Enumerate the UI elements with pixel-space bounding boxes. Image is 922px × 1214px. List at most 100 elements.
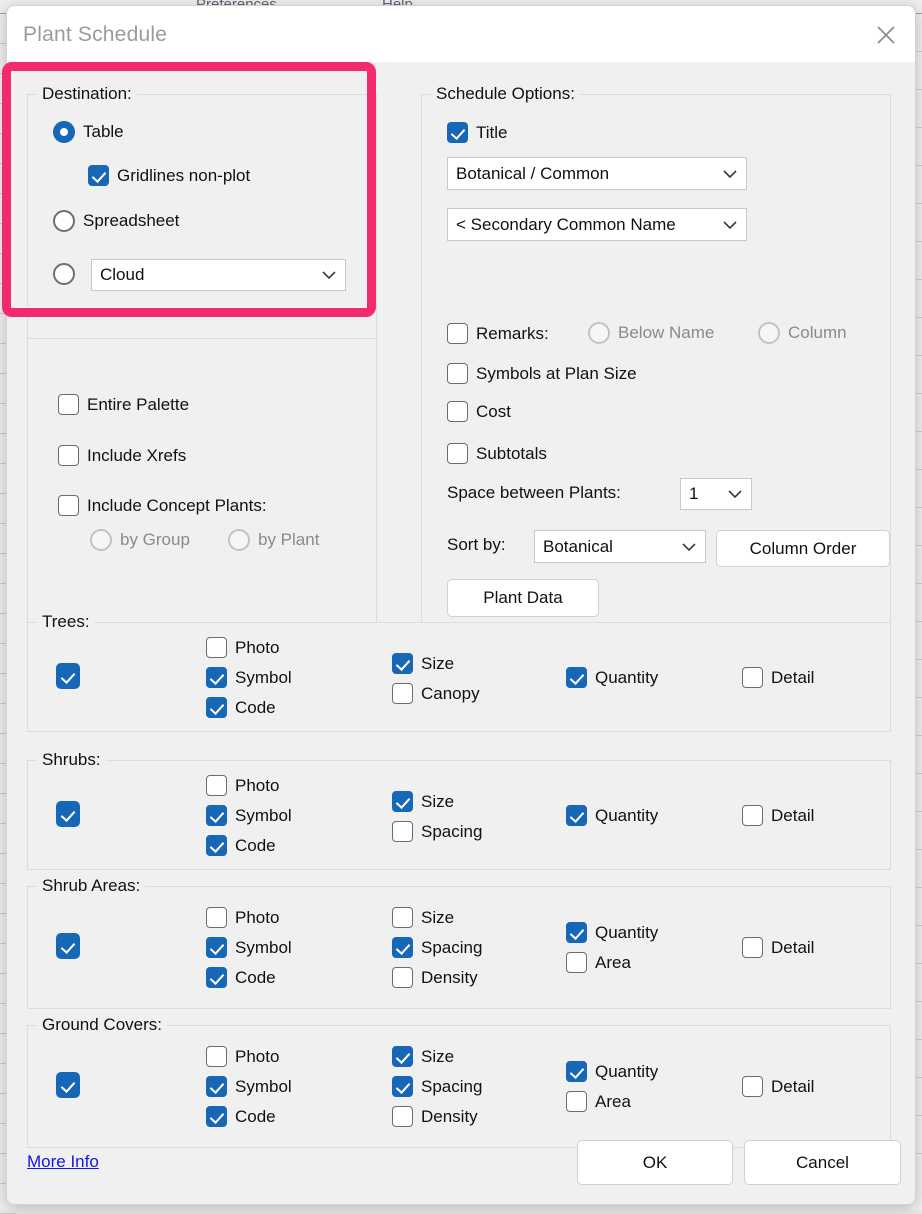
checkbox-shrubs-symbol[interactable]: Symbol — [206, 805, 292, 826]
checkbox-shrub-areas-detail-label: Detail — [771, 938, 814, 958]
checkbox-shrub-areas-spacing-label: Spacing — [421, 938, 482, 958]
checkbox-ground-covers-spacing-label: Spacing — [421, 1077, 482, 1097]
checkbox-ground-covers-area-indicator — [566, 1091, 587, 1112]
checkbox-shrubs-quantity[interactable]: Quantity — [566, 805, 658, 826]
checkbox-trees-symbol[interactable]: Symbol — [206, 667, 292, 688]
checkbox-ground-covers-spacing-indicator — [392, 1076, 413, 1097]
checkbox-shrub-areas-size[interactable]: Size — [392, 907, 454, 928]
checkbox-trees-photo-label: Photo — [235, 638, 279, 658]
checkbox-ground-covers-code-label: Code — [235, 1107, 276, 1127]
chevron-down-icon — [722, 217, 738, 233]
radio-table[interactable]: Table — [53, 121, 124, 143]
radio-remarks-column-label: Column — [788, 323, 847, 343]
checkbox-ground-covers-quantity[interactable]: Quantity — [566, 1061, 658, 1082]
checkbox-shrub-areas-area[interactable]: Area — [566, 952, 631, 973]
name-format-value: Botanical / Common — [456, 164, 609, 184]
radio-cloud[interactable] — [53, 263, 75, 285]
checkbox-shrub-areas-photo[interactable]: Photo — [206, 907, 279, 928]
checkbox-shrub-areas-quantity[interactable]: Quantity — [566, 922, 658, 943]
checkbox-shrubs-code[interactable]: Code — [206, 835, 276, 856]
checkbox-trees-code[interactable]: Code — [206, 697, 276, 718]
radio-remarks-column[interactable]: Column — [758, 322, 847, 344]
checkbox-cost-indicator — [447, 401, 468, 422]
trees-group: Trees: Photo Symbol Code Size — [27, 622, 891, 732]
checkbox-ground-covers-enable[interactable] — [56, 1072, 80, 1098]
radio-remarks-below-name-indicator — [588, 322, 610, 344]
secondary-name-select[interactable]: < Secondary Common Name — [447, 208, 747, 241]
radio-remarks-below-name-label: Below Name — [618, 323, 714, 343]
shrubs-legend: Shrubs: — [37, 750, 106, 770]
checkbox-trees-size[interactable]: Size — [392, 653, 454, 674]
checkbox-include-concept-plants[interactable]: Include Concept Plants: — [58, 495, 267, 516]
checkbox-shrubs-detail[interactable]: Detail — [742, 805, 814, 826]
checkbox-shrub-areas-density[interactable]: Density — [392, 967, 478, 988]
checkbox-shrubs-photo[interactable]: Photo — [206, 775, 279, 796]
checkbox-shrubs-size-indicator — [392, 791, 413, 812]
radio-by-plant[interactable]: by Plant — [228, 529, 319, 551]
checkbox-shrub-areas-enable[interactable] — [56, 933, 80, 959]
checkbox-cost[interactable]: Cost — [447, 401, 511, 422]
checkbox-ground-covers-density[interactable]: Density — [392, 1106, 478, 1127]
ok-button[interactable]: OK — [577, 1140, 733, 1185]
close-icon[interactable] — [869, 18, 903, 52]
checkbox-ground-covers-symbol[interactable]: Symbol — [206, 1076, 292, 1097]
checkbox-shrub-areas-detail[interactable]: Detail — [742, 937, 814, 958]
checkbox-shrubs-size[interactable]: Size — [392, 791, 454, 812]
checkbox-entire-palette[interactable]: Entire Palette — [58, 394, 189, 415]
space-between-plants-value: 1 — [689, 484, 698, 504]
checkbox-trees-detail[interactable]: Detail — [742, 667, 814, 688]
checkbox-symbols-plan-size-label: Symbols at Plan Size — [476, 364, 637, 384]
checkbox-title[interactable]: Title — [447, 122, 508, 143]
checkbox-ground-covers-area-label: Area — [595, 1092, 631, 1112]
checkbox-subtotals-label: Subtotals — [476, 444, 547, 464]
checkbox-ground-covers-detail[interactable]: Detail — [742, 1076, 814, 1097]
checkbox-subtotals-indicator — [447, 443, 468, 464]
checkbox-gridlines-nonplot[interactable]: Gridlines non-plot — [88, 165, 250, 186]
checkbox-remarks[interactable]: Remarks: — [447, 323, 549, 344]
radio-table-indicator — [53, 121, 75, 143]
name-format-select[interactable]: Botanical / Common — [447, 157, 747, 190]
radio-spreadsheet[interactable]: Spreadsheet — [53, 210, 179, 232]
checkbox-ground-covers-area[interactable]: Area — [566, 1091, 631, 1112]
checkbox-trees-quantity[interactable]: Quantity — [566, 667, 658, 688]
space-between-plants-select[interactable]: 1 — [680, 478, 752, 510]
radio-by-group-label: by Group — [120, 530, 190, 550]
checkbox-trees-canopy-label: Canopy — [421, 684, 480, 704]
checkbox-ground-covers-size[interactable]: Size — [392, 1046, 454, 1067]
cloud-destination-value: Cloud — [100, 265, 144, 285]
checkbox-shrub-areas-size-label: Size — [421, 908, 454, 928]
plant-data-button[interactable]: Plant Data — [447, 579, 599, 617]
column-order-button[interactable]: Column Order — [716, 530, 890, 567]
checkbox-trees-enable[interactable] — [56, 663, 80, 689]
checkbox-trees-code-label: Code — [235, 698, 276, 718]
checkbox-trees-symbol-label: Symbol — [235, 668, 292, 688]
radio-by-group[interactable]: by Group — [90, 529, 190, 551]
checkbox-subtotals[interactable]: Subtotals — [447, 443, 547, 464]
cancel-button[interactable]: Cancel — [744, 1140, 901, 1185]
checkbox-shrub-areas-spacing[interactable]: Spacing — [392, 937, 482, 958]
checkbox-include-xrefs-label: Include Xrefs — [87, 446, 186, 466]
checkbox-shrub-areas-quantity-label: Quantity — [595, 923, 658, 943]
cloud-destination-select[interactable]: Cloud — [91, 259, 346, 291]
checkbox-ground-covers-spacing[interactable]: Spacing — [392, 1076, 482, 1097]
checkbox-ground-covers-photo[interactable]: Photo — [206, 1046, 279, 1067]
checkbox-shrub-areas-code[interactable]: Code — [206, 967, 276, 988]
checkbox-shrubs-spacing[interactable]: Spacing — [392, 821, 482, 842]
radio-remarks-below-name[interactable]: Below Name — [588, 322, 714, 344]
checkbox-trees-photo[interactable]: Photo — [206, 637, 279, 658]
checkbox-shrubs-size-label: Size — [421, 792, 454, 812]
checkbox-ground-covers-code[interactable]: Code — [206, 1106, 276, 1127]
chevron-down-icon — [321, 267, 337, 283]
checkbox-shrub-areas-symbol[interactable]: Symbol — [206, 937, 292, 958]
checkbox-symbols-at-plan-size[interactable]: Symbols at Plan Size — [447, 363, 637, 384]
ground-covers-legend: Ground Covers: — [37, 1015, 167, 1035]
space-between-plants-label-wrap: Space between Plants: — [447, 483, 621, 503]
checkbox-trees-photo-indicator — [206, 637, 227, 658]
more-info-link[interactable]: More Info — [27, 1152, 99, 1172]
checkbox-include-xrefs[interactable]: Include Xrefs — [58, 445, 186, 466]
checkbox-ground-covers-density-indicator — [392, 1106, 413, 1127]
checkbox-shrubs-enable[interactable] — [56, 801, 80, 827]
radio-by-plant-indicator — [228, 529, 250, 551]
sort-by-select[interactable]: Botanical — [534, 530, 706, 563]
checkbox-trees-canopy[interactable]: Canopy — [392, 683, 480, 704]
